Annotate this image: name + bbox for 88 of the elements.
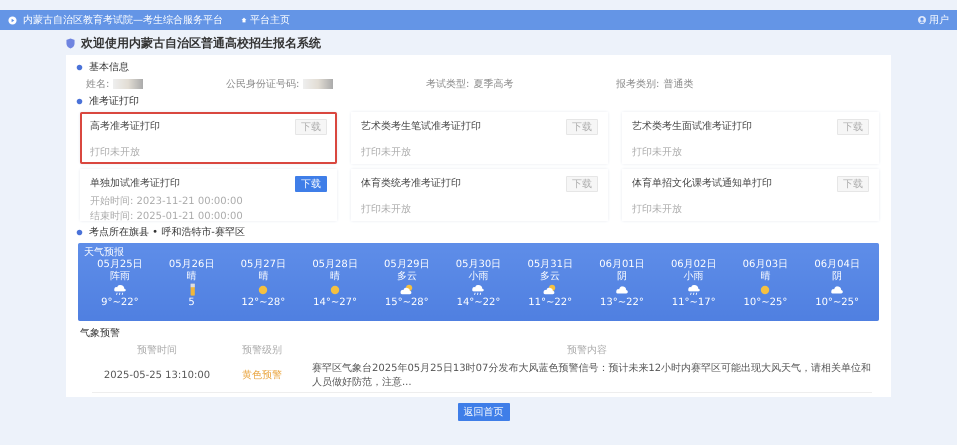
- card-title: 体育类统考准考证打印: [361, 176, 461, 190]
- page-title: 欢迎使用内蒙古自治区普通高校招生报名系统: [81, 34, 321, 52]
- temperature-range: 10°~25°: [743, 297, 788, 309]
- field-label: 姓名:: [86, 78, 110, 91]
- forecast-date: 06月04日: [814, 259, 860, 271]
- forecast-date: 05月26日: [168, 259, 214, 270]
- status-note: 打印未开放: [361, 146, 412, 159]
- forecast-condition: 晴: [760, 271, 770, 283]
- sun-behind-cloud-icon: [400, 283, 414, 297]
- play-circle-icon: [8, 16, 17, 24]
- section-bullet-icon: [76, 228, 83, 236]
- forecast-date: 05月27日: [240, 259, 286, 270]
- time-range: 结束时间: 2025-01-21 00:00:00: [90, 210, 244, 223]
- download-button[interactable]: 下载: [566, 176, 598, 192]
- card-title: 体育单招文化课考试通知单打印: [632, 176, 772, 190]
- forecast-date: 06月02日: [670, 259, 716, 270]
- temperature-range: 11°~17°: [672, 297, 716, 309]
- card-title: 高考准考证打印: [90, 120, 160, 133]
- section-heading: 考点所在旗县 • 呼和浩特市-赛罕区: [89, 226, 245, 239]
- field-label: 考试类型:: [426, 78, 470, 91]
- forecast-date: 06月01日: [599, 259, 645, 271]
- forecast-date: 05月31日: [527, 259, 573, 271]
- sun-behind-cloud-icon: [543, 283, 558, 297]
- download-button[interactable]: 下载: [295, 119, 327, 135]
- forecast-date: 05月29日: [384, 259, 430, 271]
- platform-title: 内蒙古自治区教育考试院—考生综合服务平台: [23, 14, 223, 27]
- rain-cloud-icon: [686, 283, 701, 297]
- rain-cloud-icon: [112, 283, 127, 297]
- card-title: 单独加试准考证打印: [90, 176, 180, 190]
- temperature-range: 14°~22°: [456, 297, 500, 309]
- card-title: 艺术类考生笔试准考证打印: [361, 120, 481, 133]
- section-heading: 准考证打印: [89, 94, 139, 108]
- time-range: 开始时间: 2023-11-21 00:00:00: [90, 194, 244, 208]
- field-value: 普通类: [663, 78, 694, 91]
- forecast-condition: 晴: [258, 271, 268, 283]
- forecast-condition: 晴: [186, 271, 197, 283]
- rain-cloud-icon: [471, 283, 486, 297]
- field-label: 报考类别:: [616, 78, 660, 91]
- user-name[interactable]: 用户: [929, 13, 949, 27]
- back-home-button[interactable]: 返回首页: [458, 403, 510, 421]
- temperature-range: 9°~22°: [101, 297, 139, 309]
- column-header: 预警内容: [566, 344, 608, 358]
- home-link[interactable]: 平台主页: [241, 13, 290, 27]
- download-button[interactable]: 下载: [837, 176, 869, 192]
- temperature-range: 11°~22°: [528, 297, 572, 309]
- field-label: 公民身份证号码:: [226, 78, 300, 91]
- section-heading: 基本信息: [89, 60, 129, 74]
- temperature-range: 13°~22°: [600, 297, 644, 309]
- forecast-condition: 阴: [832, 271, 842, 283]
- home-link-label[interactable]: 平台主页: [250, 13, 290, 27]
- alerts-heading: 气象预警: [80, 327, 121, 340]
- column-header: 预警级别: [241, 344, 283, 358]
- forecast-date: 05月25日: [97, 259, 143, 270]
- download-button[interactable]: 下载: [837, 119, 869, 135]
- forecast-condition: 阵雨: [110, 271, 130, 283]
- forecast-condition: 小雨: [468, 271, 488, 283]
- temperature-range: 12°~28°: [241, 297, 286, 309]
- alert-level: 黄色预警: [242, 370, 282, 381]
- forecast-condition: 多云: [396, 271, 417, 283]
- status-note: 打印未开放: [632, 146, 683, 159]
- card-title: 艺术类考生面试准考证打印: [632, 120, 752, 133]
- forecast-date: 06月03日: [742, 259, 788, 270]
- table-cell: 2025-05-25 13:10:00: [92, 358, 222, 392]
- download-button[interactable]: 下载: [295, 176, 327, 192]
- download-button[interactable]: 下载: [566, 119, 598, 135]
- status-note: 打印未开放: [90, 146, 141, 159]
- panel-title: 天气预报: [84, 246, 125, 259]
- forecast-condition: 多云: [540, 271, 560, 283]
- forecast-condition: 晴: [330, 271, 340, 283]
- status-note: 打印未开放: [361, 202, 412, 216]
- status-note: 打印未开放: [632, 202, 683, 216]
- forecast-condition: 阴: [616, 271, 627, 283]
- temperature-range: 15°~28°: [384, 297, 429, 309]
- forecast-date: 05月28日: [312, 259, 358, 270]
- forecast-condition: 小雨: [684, 271, 704, 283]
- avatar-icon: [918, 16, 926, 24]
- field-value: 夏季高考: [473, 78, 514, 91]
- forecast-date: 05月30日: [456, 259, 502, 270]
- table-cell: 赛罕区气象台2025年05月25日13时07分发布大风蓝色预警信号：预计未来12小时内赛罕区可能出现大风天气，请相关单位和人员做好防范，注意...: [302, 358, 872, 392]
- temperature-range: 14°~27°: [313, 297, 357, 309]
- user-menu[interactable]: 用户: [918, 13, 949, 27]
- section-bullet-icon: [76, 64, 83, 70]
- column-header: 预警时间: [136, 344, 178, 358]
- temperature-range: 10°~25°: [815, 297, 860, 309]
- shield-icon: [66, 38, 75, 48]
- home-icon: [241, 17, 247, 23]
- section-bullet-icon: [76, 98, 83, 104]
- temperature-range: 5: [188, 297, 195, 309]
